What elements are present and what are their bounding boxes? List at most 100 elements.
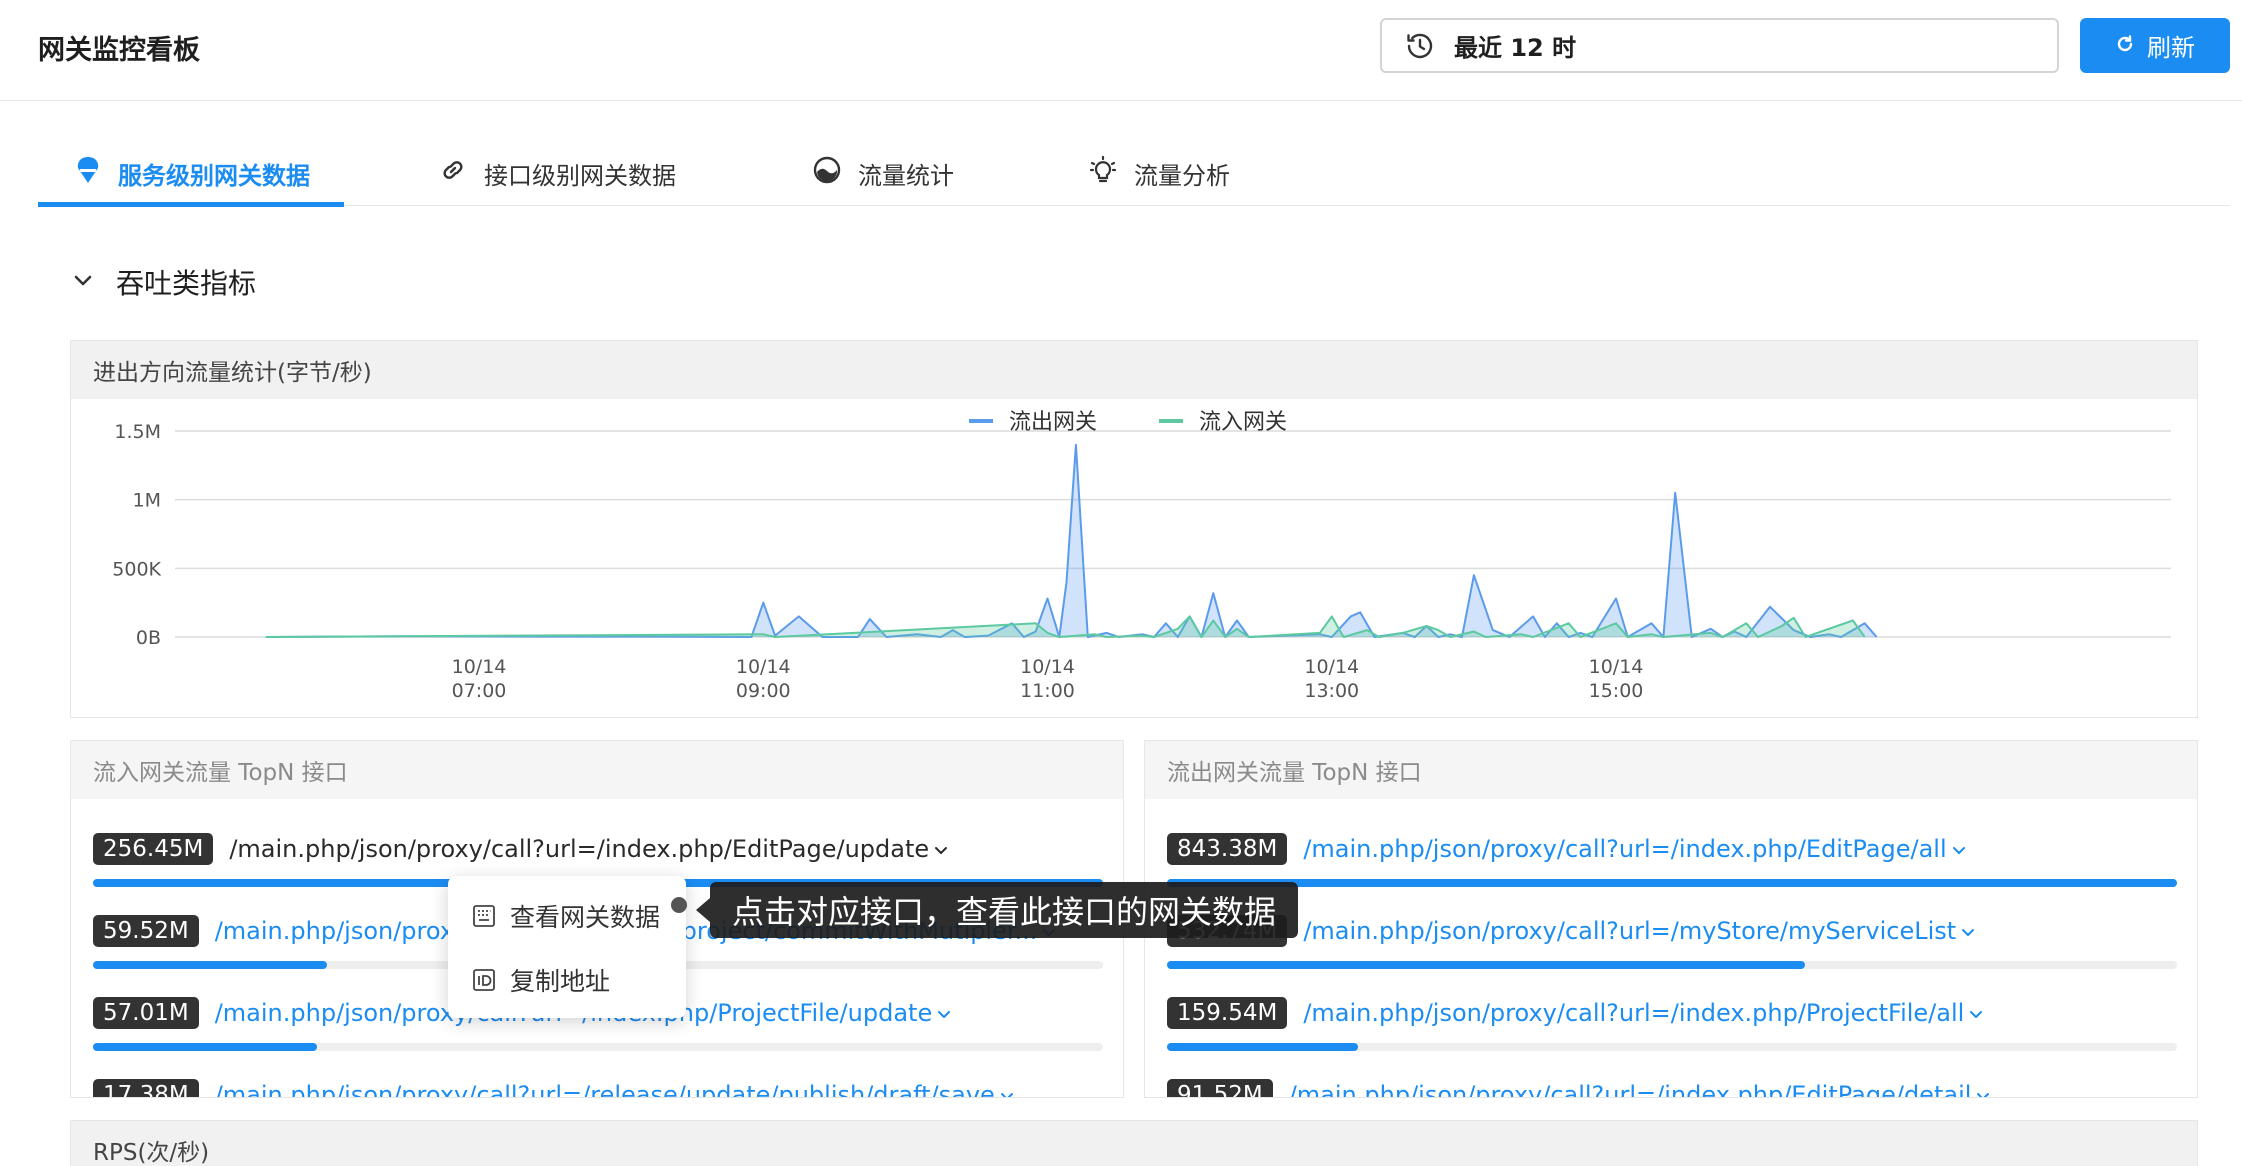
chevron-down-icon	[936, 999, 952, 1027]
traffic-bar-fill	[1167, 961, 1806, 969]
active-tab-indicator	[38, 202, 344, 207]
tab-label: 接口级别网关数据	[484, 161, 676, 190]
page-title: 网关监控看板	[38, 35, 200, 66]
x-tick-time: 09:00	[736, 680, 791, 702]
tab-label: 流量分析	[1134, 161, 1230, 190]
api-path-link[interactable]: /main.php/json/proxy/call?url=/release/u…	[214, 1081, 1015, 1098]
api-path-link[interactable]: /main.php/json/proxy/call?url=/index.php…	[1289, 1081, 1992, 1097]
traffic-value-badge: 91.52M	[1167, 1079, 1273, 1097]
header-bar: 网关监控看板 最近 12 时 刷新	[0, 0, 2242, 101]
y-tick-label: 500K	[112, 558, 161, 580]
traffic-chart: 1.5M1M500K0B10/1407:0010/1409:0010/1411:…	[112, 410, 2171, 702]
top-row-head: 91.52M/main.php/json/proxy/call?url=/ind…	[1167, 1077, 2177, 1097]
api-path-link[interactable]: /main.php/json/proxy/call?url=/index.php…	[1303, 835, 1966, 863]
traffic-value-badge: 59.52M	[93, 915, 199, 947]
section-title: 吞吐类指标	[116, 267, 257, 300]
top-row: 159.54M/main.php/json/proxy/call?url=/in…	[1167, 995, 2177, 1075]
traffic-bar-track	[1167, 1043, 2177, 1051]
tab-label: 流量统计	[858, 161, 954, 190]
guide-tooltip: 点击对应接口，查看此接口的网关数据	[695, 882, 1299, 938]
keyboard-icon	[470, 902, 498, 930]
outbound-top-panel: 流出网关流量 TopN 接口 843.38M/main.php/json/pro…	[1144, 740, 2198, 1098]
gauge-icon	[812, 155, 842, 191]
chevron-down-icon	[933, 835, 949, 863]
traffic-value-badge: 843.38M	[1167, 833, 1288, 865]
traffic-bar-fill	[1167, 879, 2177, 887]
traffic-bar-fill	[93, 1043, 318, 1051]
y-tick-label: 0B	[136, 627, 161, 649]
traffic-bar-fill	[93, 961, 328, 969]
x-tick-time: 13:00	[1304, 680, 1359, 702]
top-row-head: 532.74M/main.php/json/proxy/call?url=/my…	[1167, 913, 2177, 949]
chart-title: 进出方向流量统计(字节/秒)	[71, 341, 2197, 399]
chevron-down-icon	[1951, 835, 1967, 863]
y-tick-label: 1.5M	[114, 421, 161, 443]
x-tick-time: 11:00	[1020, 680, 1075, 702]
traffic-bar-track	[1167, 961, 2177, 969]
tooltip-anchor-dot	[671, 897, 687, 913]
top-row-head: 843.38M/main.php/json/proxy/call?url=/in…	[1167, 831, 2177, 867]
menu-item-view-gateway-data[interactable]: 查看网关数据	[448, 884, 686, 948]
top-row: 17.38M/main.php/json/proxy/call?url=/rel…	[93, 1077, 1103, 1098]
chevron-down-icon	[1975, 1081, 1991, 1097]
inbound-top-title: 流入网关流量 TopN 接口	[71, 741, 1123, 799]
menu-item-label: 复制地址	[510, 967, 611, 996]
time-range-value: 最近 12 时	[1454, 34, 1577, 62]
traffic-value-badge: 159.54M	[1167, 997, 1288, 1029]
link-icon	[438, 155, 468, 191]
x-tick-time: 15:00	[1589, 680, 1644, 702]
top-row: 91.52M/main.php/json/proxy/call?url=/ind…	[1167, 1077, 2177, 1097]
x-tick-date: 10/14	[1589, 656, 1644, 678]
traffic-bar-fill	[1167, 1043, 1358, 1051]
top-row: 532.74M/main.php/json/proxy/call?url=/my…	[1167, 913, 2177, 993]
rps-panel-title: RPS(次/秒)	[70, 1120, 2198, 1166]
refresh-label: 刷新	[2147, 34, 2195, 62]
top-row-head: 256.45M/main.php/json/proxy/call?url=/in…	[93, 831, 1103, 867]
legend-label: 流出网关	[1009, 410, 1097, 435]
api-path-text: /main.php/json/proxy/call?url=/index.php…	[1303, 835, 1947, 863]
chevron-down-icon	[1960, 917, 1976, 945]
x-tick-date: 10/14	[736, 656, 791, 678]
tab-traffic-analysis[interactable]: 流量分析	[1088, 140, 1230, 206]
x-tick-date: 10/14	[1020, 656, 1075, 678]
menu-item-label: 查看网关数据	[510, 903, 661, 932]
context-menu: 查看网关数据 复制地址	[448, 876, 686, 1018]
api-path-link[interactable]: /main.php/json/proxy/call?url=/myStore/m…	[1303, 917, 1976, 945]
x-tick-date: 10/14	[1304, 656, 1359, 678]
section-toggle-throughput[interactable]: 吞吐类指标	[72, 262, 256, 302]
traffic-bar-track	[93, 1043, 1103, 1051]
refresh-button[interactable]: 刷新	[2080, 18, 2230, 73]
refresh-icon	[2115, 34, 2135, 58]
api-path-link[interactable]: /main.php/json/proxy/call?url=/index.php…	[1303, 999, 1984, 1027]
chevron-down-icon	[999, 1081, 1015, 1097]
tab-api-level[interactable]: 接口级别网关数据	[438, 140, 676, 206]
chevron-down-icon	[1968, 999, 1984, 1027]
traffic-bar-track	[1167, 879, 2177, 887]
x-tick-date: 10/14	[452, 656, 507, 678]
traffic-value-badge: 256.45M	[93, 833, 214, 865]
menu-item-copy-address[interactable]: 复制地址	[448, 948, 686, 1012]
tab-service-level[interactable]: 服务级别网关数据	[74, 140, 310, 206]
time-range-select[interactable]: 最近 12 时	[1380, 18, 2059, 73]
legend-label: 流入网关	[1199, 410, 1287, 435]
x-tick-time: 07:00	[452, 680, 507, 702]
top-row-head: 17.38M/main.php/json/proxy/call?url=/rel…	[93, 1077, 1103, 1098]
service-icon	[74, 155, 102, 191]
y-tick-label: 1M	[133, 490, 161, 512]
traffic-value-badge: 57.01M	[93, 997, 199, 1029]
api-path-text: /main.php/json/proxy/call?url=/release/u…	[214, 1081, 995, 1098]
top-row: 843.38M/main.php/json/proxy/call?url=/in…	[1167, 831, 2177, 911]
top-row-head: 159.54M/main.php/json/proxy/call?url=/in…	[1167, 995, 2177, 1031]
chevron-down-icon	[72, 273, 94, 292]
api-path-link[interactable]: /main.php/json/proxy/call?url=/index.php…	[229, 835, 949, 863]
series-area	[265, 444, 1877, 637]
api-path-text: /main.php/json/proxy/call?url=/myStore/m…	[1303, 917, 1957, 945]
tab-label: 服务级别网关数据	[118, 161, 310, 190]
bulb-icon	[1088, 155, 1118, 191]
history-icon	[1404, 30, 1436, 62]
tab-traffic-stats[interactable]: 流量统计	[812, 140, 954, 206]
traffic-value-badge: 17.38M	[93, 1079, 199, 1097]
tab-bar: 服务级别网关数据 接口级别网关数据 流量统计 流量分析	[38, 140, 2230, 207]
api-path-text: /main.php/json/proxy/call?url=/index.php…	[229, 835, 930, 863]
id-icon	[470, 966, 498, 994]
